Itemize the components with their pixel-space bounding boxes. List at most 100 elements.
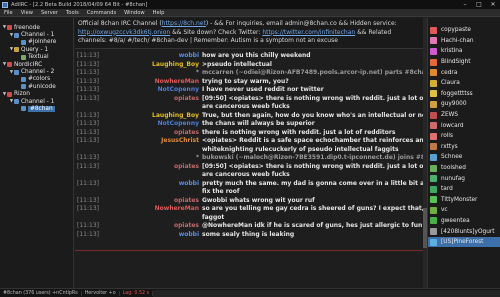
nick-list-item[interactable]: nunufag xyxy=(428,173,500,184)
nick-label[interactable]: opiates xyxy=(103,129,199,136)
tree-node[interactable]: #colors xyxy=(0,76,73,83)
chat-line: [11:13] opiates [09:50] <opiates> there is… xyxy=(75,163,459,172)
chat-line: [11:13] Laughing_Boy >pseudo intellectual xyxy=(75,61,423,70)
user-mode-icon xyxy=(430,111,437,119)
nick-label[interactable]: opiates xyxy=(103,222,199,229)
status-nick: Hervoiter +o xyxy=(82,290,120,296)
timestamp: [11:13] xyxy=(77,154,99,161)
topic-text-2: && Site down? Check Twitter: xyxy=(170,28,263,36)
nick-name: tard xyxy=(441,186,453,193)
message-input[interactable] xyxy=(153,289,500,297)
nick-list-item[interactable]: Hachi-chan xyxy=(428,36,500,47)
topic-link-site[interactable]: https://8ch.net xyxy=(162,20,206,27)
nick-label[interactable]: JesusChrist xyxy=(103,137,199,144)
tree-node[interactable]: #8chan xyxy=(0,105,73,112)
nick-label[interactable]: NowhereMan xyxy=(103,78,199,85)
chat-line: [11:13] wobbi some sealy thing is leaking xyxy=(75,231,423,240)
nick-label[interactable]: NotCopenny xyxy=(103,120,199,127)
nick-list-item[interactable]: toolshed xyxy=(428,163,500,174)
nick-list-item[interactable]: rolls xyxy=(428,131,500,142)
timestamp: [11:13] xyxy=(77,230,99,238)
nick-label[interactable]: opiates xyxy=(103,95,199,102)
menu-window[interactable]: Window xyxy=(120,10,148,16)
nick-list-item[interactable]: [US]PineForest xyxy=(428,236,500,248)
user-mode-icon xyxy=(430,175,437,183)
channel-icon xyxy=(14,69,19,75)
tree-node[interactable]: ▼ freenode xyxy=(0,24,73,31)
topic-prefix: Official 8chan IRC Channel ( xyxy=(78,20,162,27)
nick-list-item[interactable]: foggettttss xyxy=(428,89,500,100)
tree-node[interactable]: #joinhere xyxy=(0,39,73,46)
nick-list-item[interactable]: cedra xyxy=(428,67,500,78)
maximize-button[interactable]: □ xyxy=(472,0,486,9)
nick-list-item[interactable]: copypaste xyxy=(428,25,500,36)
nick-list-item[interactable]: guy9000 xyxy=(428,99,500,110)
query-icon xyxy=(14,47,19,53)
user-mode-icon xyxy=(430,132,437,140)
menu-commands[interactable]: Commands xyxy=(83,10,120,16)
tree-node[interactable]: ▼ Channel - 1 xyxy=(0,98,73,105)
nick-list-item[interactable]: Schnee xyxy=(428,152,500,163)
nick-name: gweentea xyxy=(441,217,470,224)
nick-label[interactable]: * xyxy=(103,154,199,161)
minimize-button[interactable]: – xyxy=(458,0,472,9)
nick-list-item[interactable]: vc xyxy=(428,205,500,216)
nick-label[interactable]: NotCopenny xyxy=(103,86,199,93)
menu-view[interactable]: View xyxy=(17,10,37,16)
user-mode-icon xyxy=(430,90,437,98)
menu-file[interactable]: File xyxy=(0,10,17,16)
chat-line: are cancerous weeb fucks xyxy=(75,171,423,180)
nick-name: ZEWS xyxy=(441,112,459,119)
tree-node[interactable]: ▼ Channel - 2 xyxy=(0,68,73,75)
topic-link-onion[interactable]: http://oxwugzccvk3dk6tj.onion xyxy=(78,29,170,36)
tree-node[interactable]: ▼ Rizon xyxy=(0,91,73,98)
text-icon xyxy=(21,54,26,60)
tree-node-label: #8chan xyxy=(28,105,55,112)
topic-text-1: ) - && For inquiries, email admin@8chan.… xyxy=(205,20,397,27)
nick-label[interactable]: opiates xyxy=(103,197,199,204)
server-icon xyxy=(7,62,12,68)
close-button[interactable]: ✕ xyxy=(486,0,500,9)
nick-list-item[interactable]: Claura xyxy=(428,78,500,89)
nick-label[interactable]: opiates xyxy=(103,163,199,170)
nick-label[interactable]: Laughing_Boy xyxy=(103,112,199,119)
nick-name: lowcard xyxy=(441,122,464,129)
user-mode-icon xyxy=(430,79,437,87)
nick-list: copypaste Hachi-chan kristina BlindSight ced… xyxy=(427,18,500,288)
topic-link-twitter[interactable]: https://twitter.com/infinitechan xyxy=(262,29,355,36)
tree-node[interactable]: ▼ Query - 1 xyxy=(0,46,73,53)
timestamp: [11:13] xyxy=(77,111,99,119)
nick-list-item[interactable]: kristina xyxy=(428,46,500,57)
nick-name: rxttys xyxy=(441,143,458,150)
chat-line: [11:13] NotCopenny the chans will always b… xyxy=(75,120,423,129)
menu-help[interactable]: Help xyxy=(149,10,169,16)
chat-log[interactable]: [11:13] wobbi how are you this chilly week… xyxy=(75,50,466,288)
nick-list-item[interactable]: ZEWS xyxy=(428,110,500,121)
nick-list-item[interactable]: BlindSight xyxy=(428,57,500,68)
tree-node[interactable]: ▼ NordicIRC xyxy=(0,61,73,68)
nick-list-item[interactable]: lowcard xyxy=(428,120,500,131)
channel-icon xyxy=(21,39,26,45)
nick-list-item[interactable]: [4208lunts]yOgurt xyxy=(428,226,500,237)
server-tree: ▼ freenode ▼ Channel - 1 #joinhere ▼ Query - 1… xyxy=(0,18,74,288)
nick-name: cedra xyxy=(441,69,458,76)
nick-label[interactable]: NowhereMan xyxy=(103,205,199,212)
nick-list-item[interactable]: TittyMonster xyxy=(428,195,500,206)
message-text: whiteknighting rulecuckerly of pseudo in… xyxy=(202,145,399,153)
nick-label[interactable]: Laughing_Boy xyxy=(103,61,199,68)
nick-label[interactable]: wobbi xyxy=(103,52,199,59)
nick-list-item[interactable]: tard xyxy=(428,184,500,195)
nick-list-item[interactable]: gweentea xyxy=(428,216,500,227)
nick-label[interactable]: wobbi xyxy=(103,231,199,238)
nick-list-item[interactable]: rxttys xyxy=(428,142,500,153)
channel-icon xyxy=(21,84,26,90)
menu-server[interactable]: Server xyxy=(37,10,62,16)
tree-node[interactable]: ▼ Channel - 1 xyxy=(0,31,73,38)
nick-label[interactable]: * xyxy=(103,69,199,76)
nick-label[interactable]: wobbi xyxy=(103,180,199,187)
menu-tools[interactable]: Tools xyxy=(62,10,83,16)
tree-node[interactable]: #unicode xyxy=(0,83,73,90)
tree-node[interactable]: Textual xyxy=(0,54,73,61)
chat-line: [11:13] opiates Gwobbi whats wrong wit you… xyxy=(75,197,423,206)
nick-name: Claura xyxy=(441,80,460,87)
